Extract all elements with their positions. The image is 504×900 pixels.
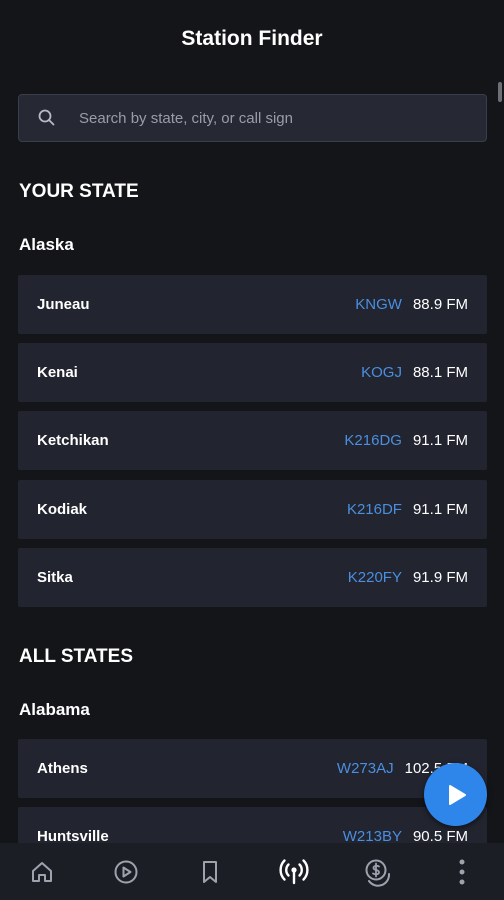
- nav-donate[interactable]: [336, 843, 420, 900]
- more-vertical-icon: [457, 858, 467, 886]
- station-row[interactable]: Athens W273AJ 102.5 FM: [18, 739, 487, 798]
- station-frequency: 91.1 FM: [412, 501, 468, 518]
- state-heading-alabama: Alabama: [19, 700, 90, 719]
- station-city: Kenai: [37, 364, 78, 381]
- station-call-sign: W273AJ: [336, 760, 394, 777]
- search-icon: [37, 108, 57, 128]
- search-box[interactable]: [18, 94, 487, 142]
- station-city: Sitka: [37, 569, 73, 586]
- donate-icon: [363, 857, 393, 887]
- section-heading-your-state: YOUR STATE: [19, 181, 139, 202]
- station-call-sign: K216DF: [346, 501, 402, 518]
- nav-home[interactable]: [0, 843, 84, 900]
- nav-more[interactable]: [420, 843, 504, 900]
- app-header: Station Finder: [0, 0, 504, 78]
- nav-saved[interactable]: [168, 843, 252, 900]
- station-city: Athens: [37, 760, 88, 777]
- play-circle-icon: [112, 858, 140, 886]
- station-call-sign: KOGJ: [361, 364, 402, 381]
- station-row[interactable]: Juneau KNGW 88.9 FM: [18, 275, 487, 334]
- nav-stations[interactable]: [252, 843, 336, 900]
- section-heading-all-states: ALL STATES: [19, 646, 133, 667]
- station-city: Juneau: [37, 296, 90, 313]
- bookmark-icon: [196, 858, 224, 886]
- station-city: Ketchikan: [37, 432, 109, 449]
- nav-listen[interactable]: [84, 843, 168, 900]
- station-row[interactable]: Kenai KOGJ 88.1 FM: [18, 343, 487, 402]
- station-city: Kodiak: [37, 501, 88, 518]
- station-call-sign: K220FY: [347, 569, 402, 586]
- station-row[interactable]: Ketchikan K216DG 91.1 FM: [18, 411, 487, 470]
- radio-tower-icon: [277, 857, 311, 887]
- station-frequency: 88.1 FM: [412, 364, 468, 381]
- search-input[interactable]: [77, 108, 486, 128]
- station-frequency: 91.9 FM: [412, 569, 468, 586]
- play-button[interactable]: [424, 763, 487, 826]
- home-icon: [28, 858, 56, 886]
- play-icon: [443, 782, 469, 808]
- scrollbar[interactable]: [498, 82, 502, 102]
- state-heading-alaska: Alaska: [19, 235, 74, 254]
- page-title: Station Finder: [181, 27, 323, 50]
- station-row[interactable]: Sitka K220FY 91.9 FM: [18, 548, 487, 607]
- station-call-sign: K216DG: [344, 432, 402, 449]
- station-call-sign: KNGW: [355, 296, 402, 313]
- station-frequency: 88.9 FM: [412, 296, 468, 313]
- station-frequency: 91.1 FM: [412, 432, 468, 449]
- bottom-nav: [0, 843, 504, 900]
- station-row[interactable]: Kodiak K216DF 91.1 FM: [18, 480, 487, 539]
